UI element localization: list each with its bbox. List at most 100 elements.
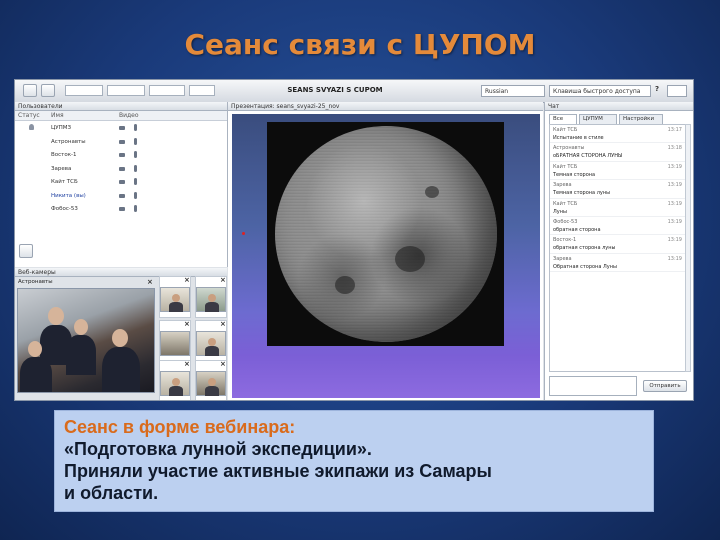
user-row[interactable]: Фобос-53: [15, 202, 227, 216]
message-text: Темная сторона: [553, 171, 596, 178]
camera-icon[interactable]: [119, 166, 125, 171]
message-text: Темная сторона луны: [553, 190, 611, 197]
chat-message: Кайт ТСБ 13:17 Испытание в стиле: [550, 125, 686, 144]
user-name: Фобос-53: [51, 206, 78, 212]
close-icon[interactable]: ×: [184, 360, 190, 368]
col-video[interactable]: Видео: [119, 112, 139, 119]
camera-icon[interactable]: [119, 207, 125, 211]
mic-field[interactable]: [149, 85, 185, 96]
person-body: [20, 357, 52, 392]
camera-icon[interactable]: [119, 139, 125, 144]
crater: [335, 276, 355, 294]
crater: [425, 186, 439, 198]
message-author: Зарева: [553, 182, 572, 189]
caption-line-2: Приняли участие активные экипажи из Сама…: [64, 461, 492, 481]
window-controls[interactable]: [667, 85, 687, 97]
camera-icon[interactable]: [119, 153, 125, 157]
help-icon[interactable]: ?: [655, 85, 659, 93]
close-icon[interactable]: ×: [147, 278, 153, 286]
message-time: 13:17: [667, 127, 682, 133]
message-author: Кайт ТСБ: [553, 127, 578, 133]
webcam-thumb[interactable]: ×: [159, 360, 191, 400]
app-title: SEANS SVYAZI S CUPOM: [287, 86, 383, 94]
microphone-icon[interactable]: [134, 178, 137, 185]
user-row[interactable]: Никита (вы): [15, 189, 227, 203]
language-select[interactable]: Russian: [481, 85, 545, 97]
chat-panel: Чат Все ЦУПУМ Настройки Кайт ТСБ 13:17 Исп…: [544, 102, 693, 400]
user-row[interactable]: Кайт ТСБ: [15, 175, 227, 189]
close-icon[interactable]: ×: [220, 360, 226, 368]
close-icon[interactable]: ×: [184, 276, 190, 284]
lock-icon[interactable]: [23, 84, 37, 97]
message-time: 13:19: [667, 237, 682, 244]
folder-icon[interactable]: [41, 84, 55, 97]
chat-message: Астронавты 13:18 оБРАТНАЯ СТОРОНА ЛУНЫ: [550, 143, 686, 162]
message-text: оБРАТНАЯ СТОРОНА ЛУНЫ: [553, 153, 623, 160]
person-body: [66, 335, 96, 375]
camera-icon[interactable]: [119, 126, 125, 130]
chat-message: Зарева 13:19 Обратная сторона Луны: [550, 254, 686, 273]
chat-message: Кайт ТСБ 13:19 Луны: [550, 199, 686, 217]
microphone-icon[interactable]: [134, 151, 137, 158]
caption-line-1: «Подготовка лунной экспедиции».: [64, 439, 372, 459]
user-row[interactable]: Восток-1: [15, 148, 227, 162]
caption-heading: Сеанс в форме вебинара:: [64, 417, 296, 437]
user-name: Никита (вы): [51, 192, 86, 199]
chat-message: Восток-1 13:19 обратная сторона луны: [550, 235, 686, 254]
chat-message: Фобос-53 13:19 обратная сторона: [550, 217, 686, 236]
webcam-thumb[interactable]: ×: [159, 276, 191, 318]
tab-all[interactable]: Все: [549, 114, 577, 124]
camera-icon[interactable]: [119, 193, 125, 198]
person-face: [48, 307, 64, 325]
moon-image: [267, 122, 504, 346]
message-text: Испытание в стиле: [553, 135, 604, 141]
user-name: Кайт ТСБ: [51, 179, 78, 185]
camera-field[interactable]: [107, 85, 145, 96]
main-video: [17, 288, 155, 393]
person-face: [74, 319, 88, 335]
chat-message: Кайт ТСБ 13:19 Темная сторона: [550, 162, 686, 181]
hotkey-field[interactable]: Клавиша быстрого доступа: [549, 85, 651, 97]
users-columns: Статус Имя Видео: [15, 111, 227, 121]
chat-scrollbar[interactable]: [685, 124, 691, 372]
message-author: Зарева: [553, 255, 572, 262]
pointer-icon: [242, 232, 245, 235]
send-button[interactable]: Отправить: [643, 380, 687, 392]
close-icon[interactable]: ×: [184, 320, 190, 328]
webcam-thumb[interactable]: ×: [195, 360, 227, 400]
main-video-label: Астронавты: [18, 279, 53, 285]
camera-icon[interactable]: [119, 180, 125, 184]
user-row[interactable]: Астронавты: [15, 135, 227, 149]
presentation-slide[interactable]: [232, 114, 540, 398]
user-name: Астронавты: [51, 138, 86, 145]
user-row[interactable]: Зарева: [15, 162, 227, 176]
microphone-icon[interactable]: [134, 137, 137, 145]
tab-settings[interactable]: Настройки: [619, 114, 663, 124]
chat-input[interactable]: [549, 376, 637, 396]
caption-line-3: и области.: [64, 483, 159, 503]
volume-field[interactable]: [189, 85, 215, 96]
user-name: Восток-1: [51, 152, 77, 158]
webcam-thumb[interactable]: ×: [159, 320, 191, 362]
microphone-icon[interactable]: [134, 191, 137, 199]
col-name[interactable]: Имя: [51, 112, 64, 119]
close-icon[interactable]: ×: [220, 276, 226, 284]
crater: [395, 246, 425, 272]
message-text: обратная сторона: [553, 226, 601, 233]
users-header: Пользователи: [15, 102, 227, 111]
close-icon[interactable]: ×: [220, 320, 226, 328]
microphone-icon[interactable]: [134, 164, 137, 172]
webcam-thumb[interactable]: ×: [195, 320, 227, 362]
webcam-thumb[interactable]: ×: [195, 276, 227, 318]
users-panel: Пользователи Статус Имя Видео ЦУПМЗ Астро…: [15, 102, 228, 267]
message-author: Восток-1: [553, 237, 577, 244]
message-time: 13:19: [667, 255, 682, 262]
status-field[interactable]: [65, 85, 103, 96]
settings-icon[interactable]: [19, 244, 33, 258]
message-text: Луны: [553, 208, 567, 215]
col-status[interactable]: Статус: [18, 112, 40, 119]
microphone-icon[interactable]: [134, 124, 137, 131]
tab-cupum[interactable]: ЦУПУМ: [579, 114, 617, 124]
microphone-icon[interactable]: [134, 205, 137, 212]
user-row[interactable]: ЦУПМЗ: [15, 121, 227, 135]
